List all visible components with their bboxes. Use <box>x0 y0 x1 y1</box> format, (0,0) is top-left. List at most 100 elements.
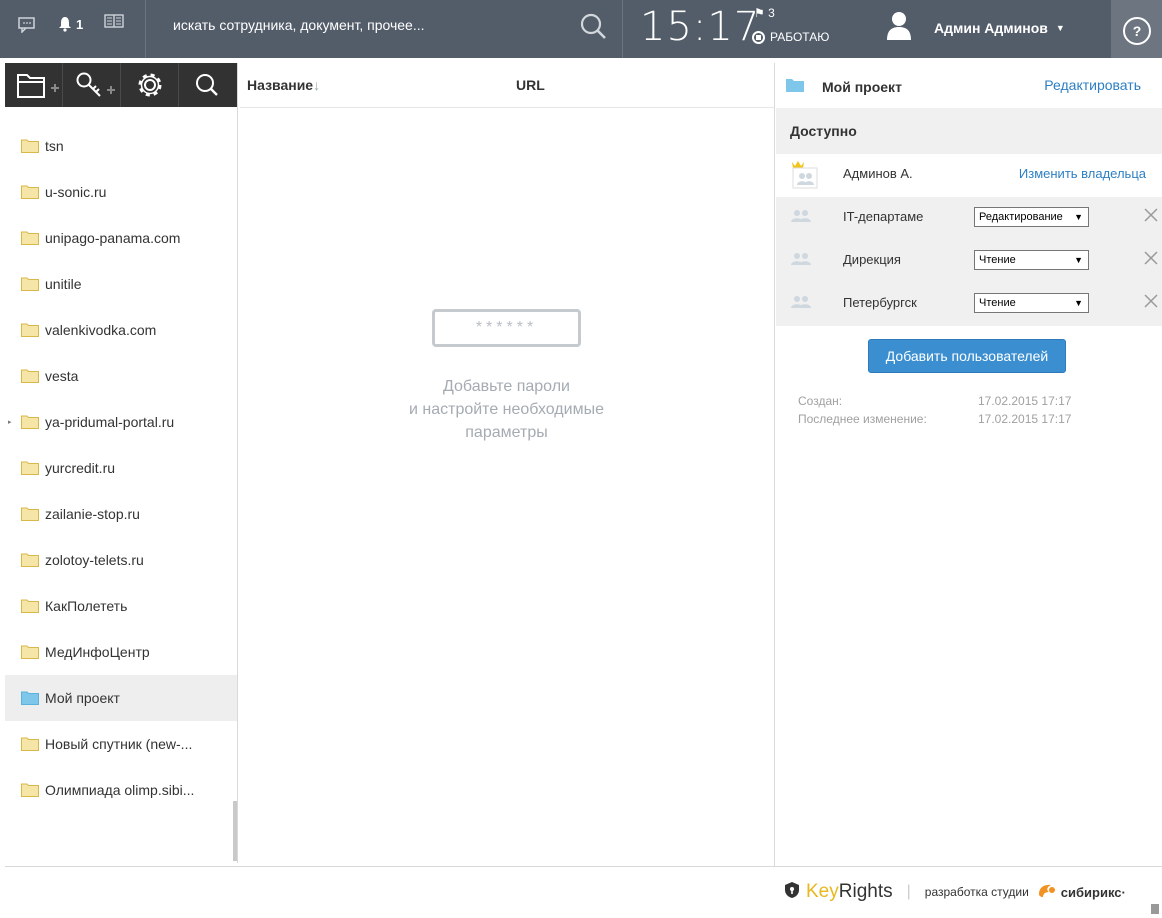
add-folder-button[interactable] <box>5 63 63 107</box>
folder-icon <box>21 599 39 613</box>
group-icon <box>790 252 812 269</box>
access-group-name: Петербургск <box>843 295 917 310</box>
access-level-value: Чтение <box>979 297 1016 309</box>
tree-item[interactable]: unitile <box>5 261 237 307</box>
folder-title: Мой проект <box>822 79 902 95</box>
notifications-count: 1 <box>76 17 84 32</box>
search-icon[interactable] <box>579 12 609 42</box>
add-password-button[interactable] <box>63 63 121 107</box>
table-header: Название↓ URL <box>240 63 775 108</box>
expand-arrow-icon[interactable]: ▸ <box>8 418 12 426</box>
folder-icon <box>21 691 39 705</box>
folder-icon <box>21 461 39 475</box>
add-users-button[interactable]: Добавить пользователей <box>868 339 1066 373</box>
access-level-select[interactable]: Чтение ▼ <box>974 250 1089 270</box>
resize-handle[interactable] <box>1151 904 1159 914</box>
tree-item[interactable]: valenkivodka.com <box>5 307 237 353</box>
access-group-name: IT-департаме <box>843 209 924 224</box>
available-label: Доступно <box>790 123 857 139</box>
brand-key: Key <box>806 881 839 902</box>
footer: KeyRights | разработка студии сибирикс· <box>784 880 1126 904</box>
top-bar: 1 искать сотрудника, документ, прочее...… <box>0 0 1162 58</box>
help-button[interactable]: ? <box>1111 0 1162 58</box>
developer-label: разработка студии <box>924 885 1029 899</box>
tree-item[interactable]: yurcredit.ru <box>5 445 237 491</box>
footer-divider <box>5 866 1162 867</box>
column-name-label: Название <box>247 77 314 93</box>
status-text: РАБОТАЮ <box>770 30 830 44</box>
tree-item[interactable]: u-sonic.ru <box>5 169 237 215</box>
remove-access-button[interactable] <box>1144 206 1158 226</box>
change-owner-link[interactable]: Изменить владельца <box>1019 166 1146 181</box>
chat-icon[interactable] <box>18 17 36 36</box>
column-name-header[interactable]: Название↓ <box>247 77 320 93</box>
folder-icon <box>21 277 39 291</box>
access-level-select[interactable]: Чтение ▼ <box>974 293 1089 313</box>
tree-item[interactable]: МедИнфоЦентр <box>5 629 237 675</box>
user-name: Админ Админов <box>934 19 1048 36</box>
tree-item[interactable]: vesta <box>5 353 237 399</box>
work-status[interactable]: РАБОТАЮ <box>752 30 829 44</box>
user-menu[interactable]: Админ Админов ▼ <box>886 10 1065 45</box>
tree-item-label: u-sonic.ru <box>45 184 107 200</box>
empty-line-2: и настройте необходимые <box>409 401 604 418</box>
owner-row: Админов А. Изменить владельца <box>776 154 1162 197</box>
chevron-down-icon: ▼ <box>1074 255 1083 265</box>
tree-item-label: valenkivodka.com <box>45 322 157 338</box>
folder-icon <box>785 77 805 98</box>
chevron-down-icon: ▼ <box>1055 22 1065 33</box>
folder-icon <box>21 507 39 521</box>
group-icon <box>790 209 812 226</box>
search-input[interactable]: искать сотрудника, документ, прочее... <box>173 17 573 37</box>
help-icon: ? <box>1123 17 1151 45</box>
tree-item-label: unipago-panama.com <box>45 230 181 246</box>
remove-access-button[interactable] <box>1144 249 1158 269</box>
sibirix-logo-text[interactable]: сибирикс· <box>1061 885 1126 900</box>
user-avatar-icon <box>886 10 912 45</box>
bell-icon[interactable] <box>58 16 72 35</box>
keyrights-logo: KeyRights <box>806 881 893 903</box>
folder-icon <box>21 323 39 337</box>
close-icon <box>1144 294 1158 308</box>
remove-access-button[interactable] <box>1144 292 1158 312</box>
tree-search-button[interactable] <box>179 63 237 107</box>
flag-icon: ⚑ <box>754 6 765 20</box>
tree-scrollbar[interactable] <box>233 801 237 861</box>
shield-icon <box>784 881 800 904</box>
column-url-header[interactable]: URL <box>516 77 545 93</box>
edit-link[interactable]: Редактировать <box>1044 77 1141 93</box>
tree-item[interactable]: Олимпиада olimp.sibi... <box>5 767 237 813</box>
tree-item[interactable]: КакПолететь <box>5 583 237 629</box>
folder-icon <box>21 139 39 153</box>
chevron-down-icon: ▼ <box>1074 298 1083 308</box>
folder-icon <box>21 553 39 567</box>
folder-details-panel: Мой проект Редактировать Доступно Админо… <box>776 63 1162 866</box>
tree-item-label: Мой проект <box>45 690 120 706</box>
tree-item[interactable]: zolotoy-telets.ru <box>5 537 237 583</box>
tree-item[interactable]: tsn <box>5 123 237 169</box>
tree-item[interactable]: ▸ ya-pridumal-portal.ru <box>5 399 237 445</box>
tree-item[interactable]: unipago-panama.com <box>5 215 237 261</box>
empty-line-1: Добавьте пароли <box>443 378 570 395</box>
board-icon[interactable] <box>104 14 124 31</box>
sibirix-logo-icon <box>1037 882 1057 903</box>
access-group-name: Дирекция <box>843 252 901 267</box>
access-level-value: Редактирование <box>979 211 1063 223</box>
stop-icon <box>752 30 765 44</box>
settings-button[interactable] <box>121 63 179 107</box>
tree-item-label: zolotoy-telets.ru <box>45 552 144 568</box>
tree-item-label: vesta <box>45 368 79 384</box>
clock[interactable]: 15:17 <box>640 4 760 50</box>
tree-item-label: unitile <box>45 276 82 292</box>
tree-item[interactable]: Новый спутник (new-... <box>5 721 237 767</box>
folder-icon <box>21 369 39 383</box>
folder-icon <box>21 231 39 245</box>
tree-item[interactable]: zailanie-stop.ru <box>5 491 237 537</box>
tree-item-label: Олимпиада olimp.sibi... <box>45 782 195 798</box>
tasks-flag[interactable]: ⚑ 3 <box>754 6 775 20</box>
access-level-select[interactable]: Редактирование ▼ <box>974 207 1089 227</box>
tree-item[interactable]: Мой проект <box>5 675 237 721</box>
owner-name: Админов А. <box>843 166 913 181</box>
sort-arrow-icon: ↓ <box>313 77 321 93</box>
close-icon <box>1144 251 1158 265</box>
